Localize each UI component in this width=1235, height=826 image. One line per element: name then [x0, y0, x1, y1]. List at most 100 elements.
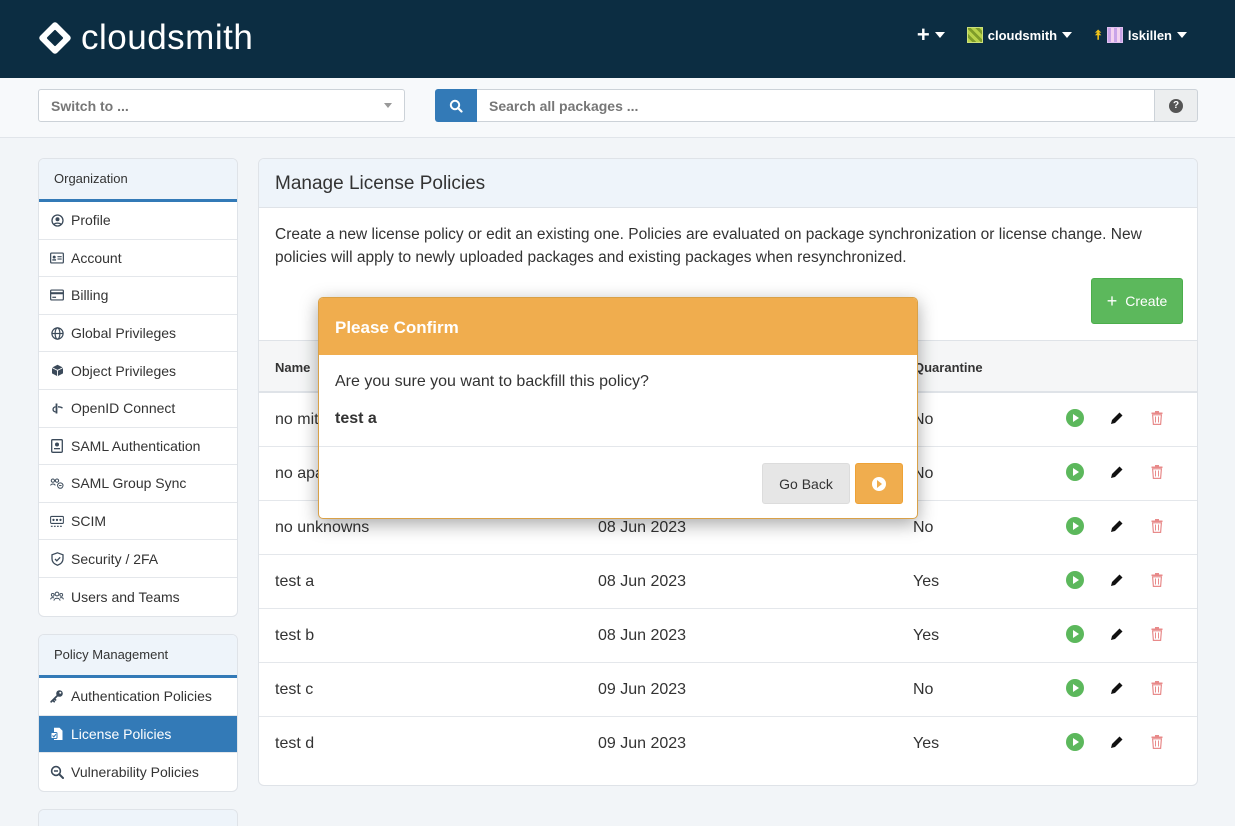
user-circle-icon: [50, 213, 64, 227]
delete-button[interactable]: [1148, 409, 1166, 427]
sidebar-organization-title: Organization: [39, 159, 237, 202]
switch-to-select[interactable]: Switch to ...: [38, 89, 405, 122]
trash-icon: [1151, 573, 1163, 587]
sidebar-item-users-and-teams[interactable]: Users and Teams: [39, 578, 237, 616]
sidebar-item-label: Account: [71, 249, 122, 266]
backfill-button[interactable]: [1066, 679, 1084, 697]
sidebar-item-billing[interactable]: Billing: [39, 277, 237, 315]
edit-button[interactable]: [1108, 679, 1126, 697]
search-input[interactable]: Search all packages ...: [477, 89, 1155, 122]
policy-quarantine: Yes: [913, 735, 940, 752]
org-menu[interactable]: cloudsmith: [966, 27, 1073, 43]
edit-button[interactable]: [1108, 517, 1126, 535]
modal-question: Are you sure you want to backfill this p…: [335, 373, 649, 390]
backfill-button[interactable]: [1066, 463, 1084, 481]
caret-down-icon: [1062, 32, 1073, 38]
sidebar-item-label: SAML Group Sync: [71, 475, 187, 492]
modal-title: Please Confirm: [319, 298, 917, 355]
play-circle-icon: [1066, 679, 1084, 697]
search-button[interactable]: [435, 89, 477, 122]
backfill-button[interactable]: [1066, 409, 1084, 427]
plus-icon: +: [1106, 291, 1118, 311]
pencil-icon: [1111, 736, 1123, 748]
edit-button[interactable]: [1108, 463, 1126, 481]
pencil-icon: [1111, 520, 1123, 532]
user-menu[interactable]: ⯭ lskillen: [1094, 27, 1187, 43]
sidebar-item-scim[interactable]: SCIM: [39, 503, 237, 541]
caret-down-icon: [1177, 32, 1187, 38]
backfill-button[interactable]: [1066, 733, 1084, 751]
sidebar-item-label: OpenID Connect: [71, 400, 176, 417]
policy-name: test b: [275, 627, 315, 644]
delete-button[interactable]: [1148, 625, 1166, 643]
caret-down-icon: [934, 32, 945, 38]
policy-name: test d: [275, 735, 315, 752]
group-sync-icon: [50, 476, 64, 490]
table-row: test a 08 Jun 2023 Yes: [259, 555, 1197, 609]
table-row: test d 09 Jun 2023 Yes: [259, 717, 1197, 771]
column-header-quarantine: Quarantine: [914, 360, 983, 375]
policy-name: no mit: [275, 411, 319, 428]
trash-icon: [1151, 735, 1163, 749]
sidebar-item-openid-connect[interactable]: OpenID Connect: [39, 390, 237, 428]
edit-button[interactable]: [1108, 625, 1126, 643]
trash-icon: [1151, 627, 1163, 641]
cloudsmith-logo-icon: [37, 20, 73, 56]
sidebar-item-vulnerability-policies[interactable]: Vulnerability Policies: [39, 753, 237, 791]
play-circle-icon: [1066, 517, 1084, 535]
backfill-button[interactable]: [1066, 571, 1084, 589]
backfill-button[interactable]: [1066, 517, 1084, 535]
id-card-icon: [50, 251, 64, 265]
delete-button[interactable]: [1148, 733, 1166, 751]
sidebar-organization: Organization Profile Account Billing Glo…: [38, 158, 238, 617]
sidebar-item-authentication-policies[interactable]: Authentication Policies: [39, 678, 237, 716]
user-menu-label: lskillen: [1127, 27, 1172, 43]
edit-button[interactable]: [1108, 571, 1126, 589]
policy-name: no apa: [275, 465, 324, 482]
sidebar-item-label: Authentication Policies: [71, 688, 212, 705]
sidebar-item-label: SAML Authentication: [71, 437, 201, 454]
sidebar-next-panel: [38, 809, 238, 826]
sidebar-item-global-privileges[interactable]: Global Privileges: [39, 315, 237, 353]
delete-button[interactable]: [1148, 571, 1166, 589]
table-row: test b 08 Jun 2023 Yes: [259, 609, 1197, 663]
document-badge-icon: [50, 438, 64, 453]
policy-date: 08 Jun 2023: [598, 573, 687, 590]
sidebar-item-saml-authentication[interactable]: SAML Authentication: [39, 428, 237, 466]
page-description: Create a new license policy or edit an e…: [275, 226, 1142, 266]
delete-button[interactable]: [1148, 517, 1166, 535]
sidebar-item-saml-group-sync[interactable]: SAML Group Sync: [39, 465, 237, 503]
delete-button[interactable]: [1148, 679, 1166, 697]
page-title: Manage License Policies: [259, 159, 1197, 208]
edit-button[interactable]: [1108, 409, 1126, 427]
go-back-button[interactable]: Go Back: [762, 463, 850, 504]
backfill-button[interactable]: [1066, 625, 1084, 643]
play-circle-icon: [1066, 463, 1084, 481]
column-header-name: Name: [275, 360, 311, 375]
trash-icon: [1151, 519, 1163, 533]
help-button[interactable]: ?: [1154, 89, 1198, 122]
sidebar-item-license-policies[interactable]: License Policies: [39, 715, 237, 754]
sidebar-item-label: SCIM: [71, 513, 106, 530]
sidebar-item-profile[interactable]: Profile: [39, 202, 237, 240]
confirm-backfill-button[interactable]: [855, 463, 903, 504]
create-button[interactable]: + Create: [1091, 278, 1183, 324]
pencil-icon: [1111, 574, 1123, 586]
brand-logo[interactable]: cloudsmith: [37, 20, 253, 56]
sidebar-item-security-2fa[interactable]: Security / 2FA: [39, 540, 237, 578]
openid-icon: [50, 401, 64, 415]
sidebar-item-account[interactable]: Account: [39, 240, 237, 278]
play-circle-icon: [1066, 571, 1084, 589]
policy-name: test a: [275, 573, 315, 590]
globe-icon: [50, 326, 64, 340]
play-circle-icon: [1066, 409, 1084, 427]
plus-icon: +: [916, 22, 930, 47]
edit-button[interactable]: [1108, 733, 1126, 751]
policy-name: no unknowns: [275, 519, 370, 536]
policy-date: 08 Jun 2023: [598, 519, 687, 536]
policy-date: 08 Jun 2023: [598, 627, 687, 644]
add-menu[interactable]: +: [916, 22, 945, 47]
delete-button[interactable]: [1148, 463, 1166, 481]
sidebar-item-object-privileges[interactable]: Object Privileges: [39, 352, 237, 390]
play-circle-icon: [872, 476, 886, 491]
